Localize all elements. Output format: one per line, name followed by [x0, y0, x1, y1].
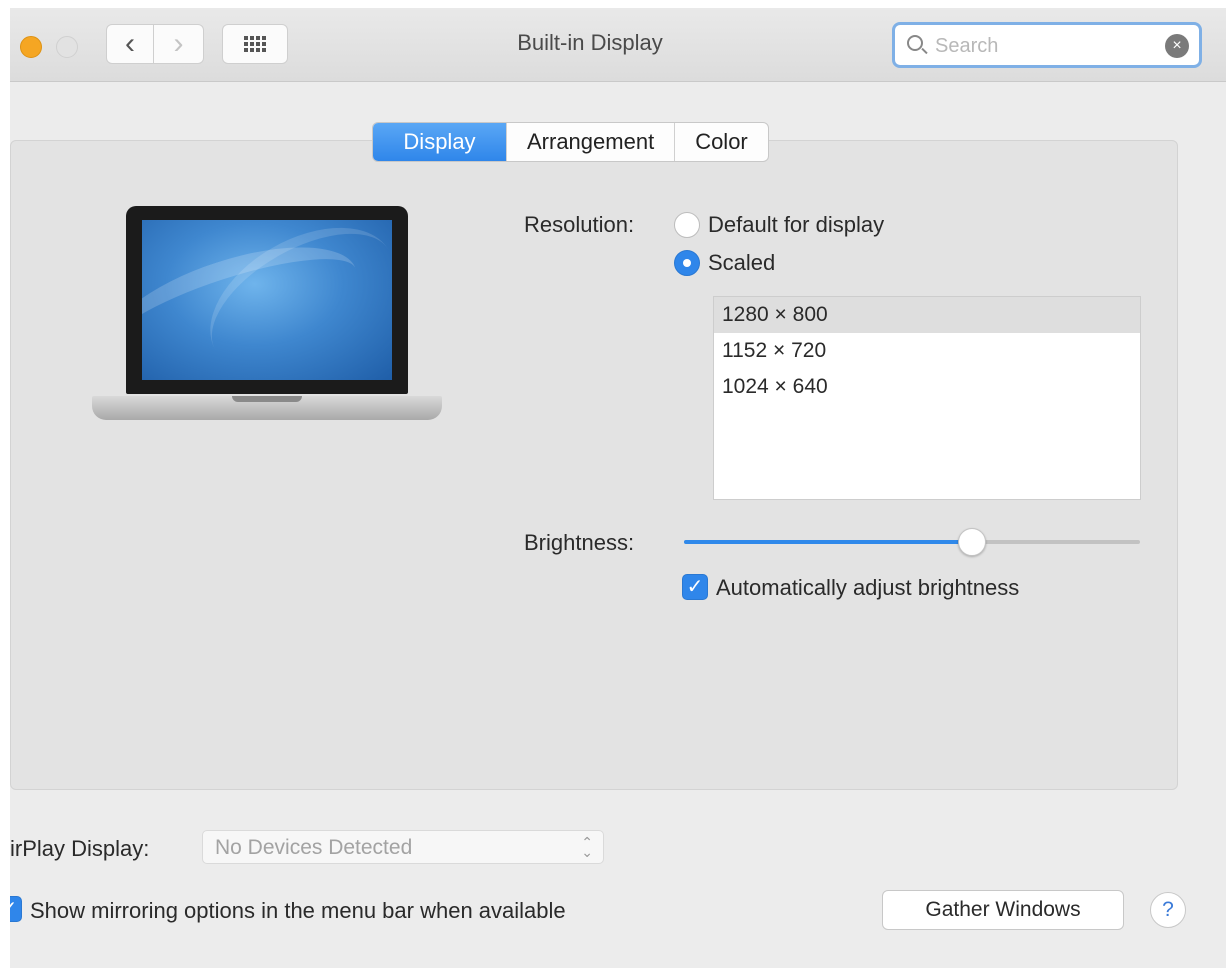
window-title: Built-in Display [517, 30, 663, 55]
airplay-display-label: irPlay Display: [10, 836, 150, 861]
chevron-right-icon: › [173, 27, 184, 60]
scaled-resolution-list[interactable]: 1280 × 800 1152 × 720 1024 × 640 [713, 296, 1141, 500]
resolution-label: Resolution: [524, 212, 635, 237]
tab-color[interactable]: Color [675, 123, 768, 161]
help-button[interactable]: ? [1150, 892, 1186, 928]
airplay-select-value: No Devices Detected [215, 836, 413, 859]
search-icon [907, 35, 923, 51]
tab-arrangement[interactable]: Arrangement [507, 123, 676, 161]
default-for-display-label[interactable]: Default for display [708, 212, 884, 238]
search-input[interactable] [935, 33, 1155, 59]
show-all-grid-icon [244, 36, 266, 52]
close-window-button[interactable] [20, 36, 42, 58]
auto-brightness-checkbox[interactable]: ✓ [682, 574, 708, 600]
laptop-notch [232, 396, 302, 402]
brightness-slider[interactable] [684, 528, 1140, 558]
laptop-screen [142, 220, 392, 380]
show-all-button[interactable] [222, 24, 288, 64]
brightness-slider-knob[interactable] [958, 528, 986, 556]
scaled-label[interactable]: Scaled [708, 250, 775, 276]
display-preferences-window: ‹ › Built-in Display × Display Arrangeme… [10, 8, 1226, 968]
resolution-row-1280x800[interactable]: 1280 × 800 [714, 297, 1140, 333]
forward-button[interactable]: › [154, 24, 204, 64]
airplay-display-select[interactable]: No Devices Detected ⌃ ⌄ [202, 830, 604, 864]
segmented-tabs: Display Arrangement Color [372, 122, 769, 162]
auto-brightness-label[interactable]: Automatically adjust brightness [716, 575, 1019, 601]
radio-default-for-display[interactable] [674, 212, 700, 238]
brightness-slider-fill [684, 540, 972, 544]
radio-scaled[interactable] [674, 250, 700, 276]
laptop-lid [126, 206, 408, 394]
chevron-left-icon: ‹ [125, 27, 135, 60]
mirroring-options-checkbox[interactable]: ✓ [10, 896, 22, 922]
resolution-row-1152x720[interactable]: 1152 × 720 [714, 333, 1140, 369]
gather-windows-button[interactable]: Gather Windows [882, 890, 1124, 930]
clear-search-icon[interactable]: × [1165, 34, 1189, 58]
resolution-row-1024x640[interactable]: 1024 × 640 [714, 369, 1140, 405]
mirroring-options-label[interactable]: Show mirroring options in the menu bar w… [30, 898, 566, 924]
minimize-window-button[interactable] [56, 36, 78, 58]
tab-display[interactable]: Display [373, 123, 507, 161]
back-button[interactable]: ‹ [106, 24, 154, 64]
brightness-label: Brightness: [524, 530, 635, 555]
laptop-display-illustration [92, 206, 442, 434]
search-field[interactable]: × [892, 22, 1202, 68]
updown-chevron-icon: ⌃ ⌄ [581, 834, 593, 860]
title-bar: ‹ › Built-in Display × [10, 8, 1226, 82]
